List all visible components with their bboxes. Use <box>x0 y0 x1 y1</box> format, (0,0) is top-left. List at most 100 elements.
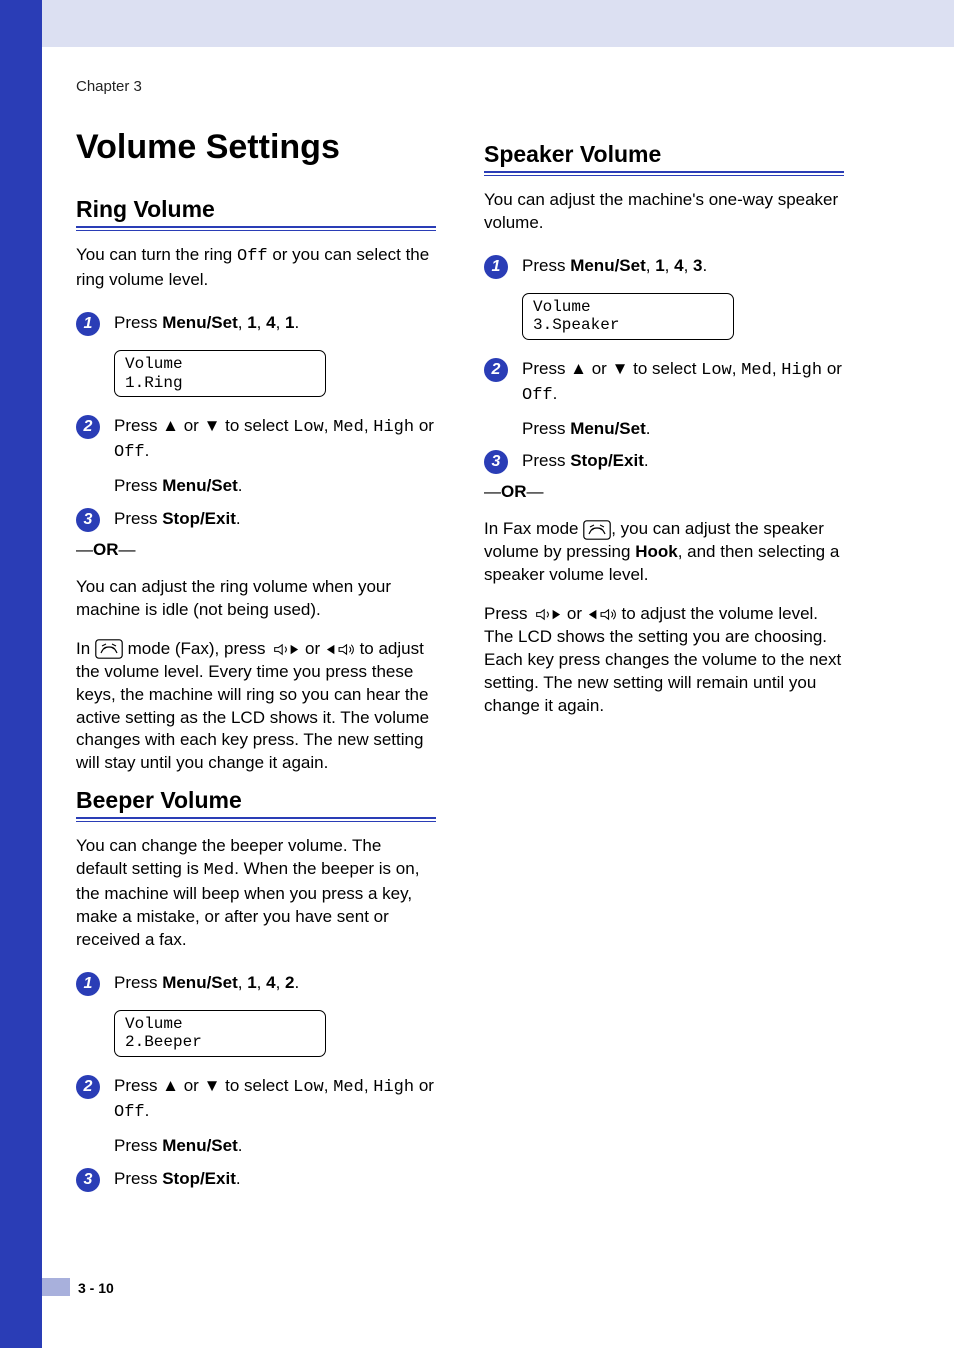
menu-set-label: Menu/Set <box>162 973 238 992</box>
text: In <box>76 639 95 658</box>
low-text: Low <box>701 361 732 380</box>
lcd-display-ring: Volume 1.Ring <box>114 350 326 397</box>
text: Press <box>114 509 162 528</box>
text: . <box>553 384 558 403</box>
menu-set-label: Menu/Set <box>570 419 646 438</box>
lcd-display-beeper: Volume 2.Beeper <box>114 1010 326 1057</box>
med-text: Med <box>333 418 364 437</box>
or-separator: —OR— <box>484 482 844 502</box>
step-number-badge: 3 <box>76 508 100 532</box>
step-number-badge: 3 <box>484 450 508 474</box>
or-separator: —OR— <box>76 540 436 560</box>
text: or <box>300 639 325 658</box>
text: or <box>414 416 434 435</box>
text: Press <box>114 1169 162 1188</box>
beeper-step-1: 1 Press Menu/Set, 1, 4, 2. <box>76 972 436 996</box>
step-text: Press Menu/Set, 1, 4, 2. <box>114 972 299 995</box>
text: or <box>562 604 587 623</box>
side-accent-bar <box>0 0 42 1348</box>
text: . <box>145 441 150 460</box>
ring-step-2: 2 Press ▲ or ▼ to select Low, Med, High … <box>76 415 436 498</box>
volume-up-icon <box>325 642 355 657</box>
step-text: Press ▲ or ▼ to select Low, Med, High or… <box>114 1075 436 1158</box>
text: , <box>364 416 373 435</box>
med-text: Med <box>204 861 235 880</box>
key-4: 4 <box>674 256 683 275</box>
speaker-volume-heading: Speaker Volume <box>484 141 844 173</box>
text: . <box>236 1169 241 1188</box>
off-text: Off <box>237 247 268 266</box>
key-4: 4 <box>266 973 275 992</box>
left-column: Volume Settings Ring Volume You can turn… <box>76 129 436 1198</box>
fax-mode-icon <box>95 639 123 659</box>
volume-down-icon <box>270 642 300 657</box>
stop-exit-label: Stop/Exit <box>162 1169 236 1188</box>
step-text: Press ▲ or ▼ to select Low, Med, High or… <box>522 358 844 441</box>
text: Press <box>484 604 532 623</box>
text: Press <box>522 451 570 470</box>
speaker-step-1: 1 Press Menu/Set, 1, 4, 3. <box>484 255 844 279</box>
high-text: High <box>373 418 414 437</box>
step-text: Press ▲ or ▼ to select Low, Med, High or… <box>114 415 436 498</box>
speaker-step-2: 2 Press ▲ or ▼ to select Low, Med, High … <box>484 358 844 441</box>
menu-set-label: Menu/Set <box>162 313 238 332</box>
volume-up-icon <box>587 607 617 622</box>
key-2: 2 <box>285 973 294 992</box>
step-text: Press Menu/Set, 1, 4, 1. <box>114 312 299 335</box>
page-title: Volume Settings <box>76 129 436 166</box>
off-text: Off <box>114 443 145 462</box>
med-text: Med <box>741 361 772 380</box>
text: mode (Fax), press <box>123 639 270 658</box>
beeper-volume-heading: Beeper Volume <box>76 787 436 819</box>
step-text: Press Stop/Exit. <box>114 1168 241 1191</box>
med-text: Med <box>333 1078 364 1097</box>
volume-down-icon <box>532 607 562 622</box>
step-number-badge: 2 <box>76 1075 100 1099</box>
text: . <box>236 509 241 528</box>
text: , <box>257 313 266 332</box>
text: , <box>257 973 266 992</box>
text: , <box>364 1076 373 1095</box>
ring-step-3: 3 Press Stop/Exit. <box>76 508 436 532</box>
text: , <box>732 359 741 378</box>
text: You can turn the ring <box>76 245 237 264</box>
speaker-step-3: 3 Press Stop/Exit. <box>484 450 844 474</box>
speaker-adjust-para: Press or to adjust the volume level. The… <box>484 603 844 718</box>
text: . <box>295 313 300 332</box>
text: Press ▲ or ▼ to select <box>114 416 293 435</box>
stop-exit-label: Stop/Exit <box>570 451 644 470</box>
text: . <box>644 451 649 470</box>
text: Press ▲ or ▼ to select <box>522 359 701 378</box>
key-1: 1 <box>247 973 256 992</box>
text: , <box>646 256 655 275</box>
two-column-layout: Volume Settings Ring Volume You can turn… <box>76 129 886 1198</box>
text: , <box>276 313 285 332</box>
key-1: 1 <box>247 313 256 332</box>
text: In Fax mode <box>484 519 583 538</box>
ring-intro: You can turn the ring Off or you can sel… <box>76 244 436 292</box>
step-number-badge: 1 <box>76 312 100 336</box>
text: Press <box>114 313 162 332</box>
key-1: 1 <box>655 256 664 275</box>
key-1: 1 <box>285 313 294 332</box>
ring-idle-para: You can adjust the ring volume when your… <box>76 576 436 622</box>
text: . <box>238 1136 243 1155</box>
text: Press ▲ or ▼ to select <box>114 1076 293 1095</box>
stop-exit-label: Stop/Exit <box>162 509 236 528</box>
text: , <box>324 416 333 435</box>
ring-adjust-para: In mode (Fax), press or to adjust the vo… <box>76 638 436 776</box>
step-number-badge: 3 <box>76 1168 100 1192</box>
text: . <box>703 256 708 275</box>
step-text: Press Stop/Exit. <box>522 450 649 473</box>
beeper-step-2: 2 Press ▲ or ▼ to select Low, Med, High … <box>76 1075 436 1158</box>
step-number-badge: 1 <box>76 972 100 996</box>
text: Press <box>522 256 570 275</box>
chapter-label: Chapter 3 <box>76 78 886 95</box>
text: . <box>145 1101 150 1120</box>
content-area: Chapter 3 Volume Settings Ring Volume Yo… <box>76 78 886 1258</box>
beeper-intro: You can change the beeper volume. The de… <box>76 835 436 952</box>
step-text: Press Stop/Exit. <box>114 508 241 531</box>
speaker-intro: You can adjust the machine's one-way spe… <box>484 189 844 235</box>
corner-accent <box>0 0 42 47</box>
key-3: 3 <box>693 256 702 275</box>
